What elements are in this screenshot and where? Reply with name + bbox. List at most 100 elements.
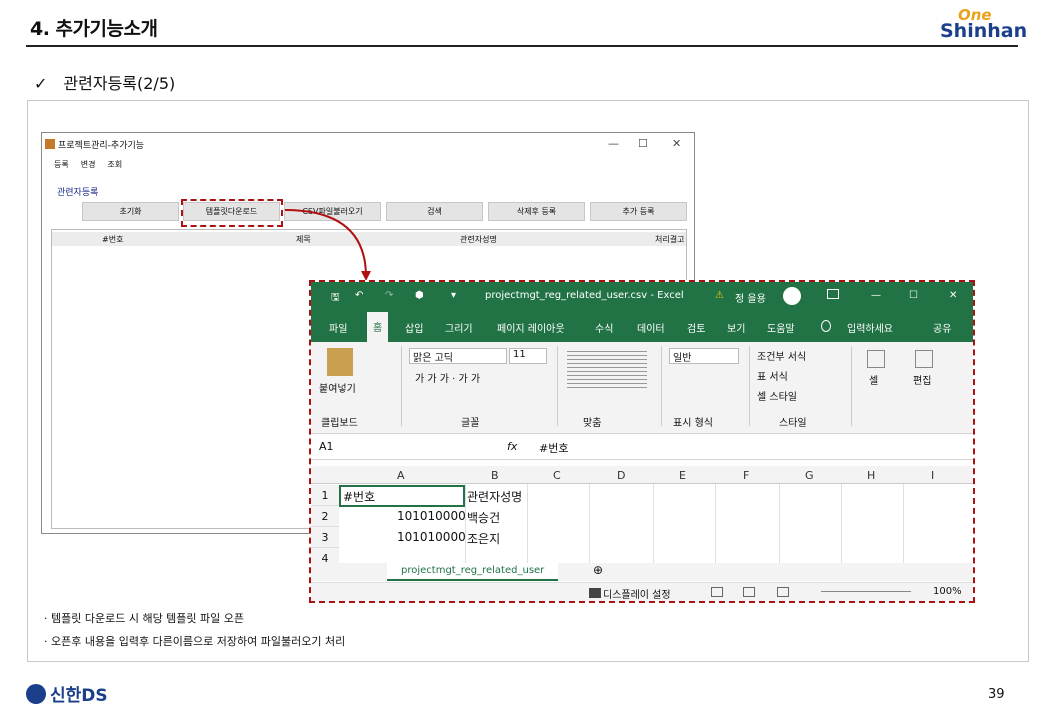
redo-icon[interactable]: ↷ xyxy=(385,290,393,301)
zoom-level[interactable]: 100% xyxy=(933,586,962,597)
col-header-b[interactable]: B xyxy=(491,469,499,482)
col-header-g[interactable]: G xyxy=(805,469,814,482)
formula-input[interactable]: #번호 xyxy=(539,440,568,456)
tab-view[interactable]: 보기 xyxy=(727,320,745,335)
paste-label[interactable]: 붙여넣기 xyxy=(319,380,356,395)
ribbon-display-icon[interactable] xyxy=(827,289,839,299)
formula-bar: A1 fx #번호 xyxy=(311,434,973,460)
row-header[interactable]: 3 xyxy=(311,527,339,548)
cell-b3[interactable]: 조은지 xyxy=(467,527,500,548)
gridline xyxy=(779,484,780,565)
col-header-h[interactable]: H xyxy=(867,469,875,482)
cell-a3[interactable]: 101010000 xyxy=(397,527,466,548)
excel-titlebar: 🖫 ↶ ↷ ⬢ ▾ projectmgt_reg_related_user.cs… xyxy=(311,282,973,312)
app-titlebar: 프로젝트관리-추가기능 — ☐ ✕ xyxy=(42,133,694,155)
cell-b1[interactable]: 관련자성명 xyxy=(467,485,522,506)
col-header-d[interactable]: D xyxy=(617,469,625,482)
app-title: 프로젝트관리-추가기능 xyxy=(58,140,145,151)
col-header-c[interactable]: C xyxy=(553,469,561,482)
add-register-button[interactable]: 추가 등록 xyxy=(590,202,687,221)
fx-icon[interactable]: fx xyxy=(507,440,517,453)
user-name: 정 을용 xyxy=(735,294,766,305)
tell-me-input[interactable]: 입력하세요 xyxy=(847,320,893,335)
gridline xyxy=(715,484,716,565)
gridline xyxy=(527,484,528,565)
alignment-icons[interactable] xyxy=(567,348,647,388)
font-name-select[interactable]: 맑은 고딕 xyxy=(409,348,507,364)
paste-icon[interactable] xyxy=(327,348,353,376)
cell-a2[interactable]: 101010000 xyxy=(397,506,466,527)
font-style-buttons[interactable]: 가 가 가 · 가 가 xyxy=(415,370,480,385)
qat-customize-icon[interactable]: ▾ xyxy=(451,290,456,301)
excel-minimize-button[interactable]: — xyxy=(871,290,881,301)
callout-arrow xyxy=(284,209,371,281)
avatar[interactable] xyxy=(783,287,801,305)
tab-formulas[interactable]: 수식 xyxy=(595,320,613,335)
tab-draw[interactable]: 그리기 xyxy=(445,320,473,335)
font-group: 글꼴 xyxy=(461,418,480,429)
tab-file[interactable]: 파일 xyxy=(329,320,347,335)
display-settings-icon xyxy=(589,588,601,598)
conditional-format-button[interactable]: 조건부 서식 xyxy=(757,348,806,363)
spreadsheet[interactable]: A B C D E F G H I 1 2 3 4 #번호 관련자성명 1010… xyxy=(311,460,973,569)
col-number[interactable]: #번호 xyxy=(102,234,123,245)
name-box[interactable]: A1 xyxy=(319,440,334,453)
page-break-view-icon[interactable] xyxy=(777,587,789,597)
font-size-select[interactable]: 11 xyxy=(509,348,547,364)
tab-insert[interactable]: 삽입 xyxy=(405,320,423,335)
cells-icon[interactable] xyxy=(867,350,885,368)
col-result[interactable]: 처리결고 xyxy=(655,234,684,245)
tab-help[interactable]: 도움말 xyxy=(767,320,795,335)
tab-home[interactable]: 홈 xyxy=(367,312,389,343)
editing-button[interactable]: 편집 xyxy=(913,372,931,387)
row-header[interactable]: 2 xyxy=(311,506,339,527)
maximize-button[interactable]: ☐ xyxy=(638,137,648,150)
number-format-select[interactable]: 일반 xyxy=(669,348,739,364)
col-related-name[interactable]: 관련자성명 xyxy=(460,234,497,245)
ribbon-divider xyxy=(661,346,662,426)
format-table-button[interactable]: 표 서식 xyxy=(757,368,788,383)
excel-close-button[interactable]: ✕ xyxy=(949,290,957,301)
col-header-f[interactable]: F xyxy=(743,469,749,482)
selected-cell xyxy=(339,485,465,507)
col-header-i[interactable]: I xyxy=(931,469,934,482)
header-divider xyxy=(26,45,1018,47)
col-header-e[interactable]: E xyxy=(679,469,686,482)
add-sheet-button[interactable]: ⊕ xyxy=(593,563,603,577)
tab-page-layout[interactable]: 페이지 레이아웃 xyxy=(497,320,565,335)
menu-register[interactable]: 등록 xyxy=(54,159,69,170)
app-icon xyxy=(45,139,55,149)
section-title: 관련자등록 xyxy=(57,188,99,198)
delete-register-button[interactable]: 삭제후 등록 xyxy=(488,202,585,221)
row-header[interactable]: 1 xyxy=(311,485,339,506)
sheet-tab[interactable]: projectmgt_reg_related_user xyxy=(387,563,559,581)
ribbon-divider xyxy=(401,346,402,426)
close-button[interactable]: ✕ xyxy=(672,137,681,150)
zoom-slider[interactable] xyxy=(821,591,911,592)
page-layout-view-icon[interactable] xyxy=(743,587,755,597)
cell-styles-button[interactable]: 셀 스타일 xyxy=(757,388,797,403)
normal-view-icon[interactable] xyxy=(711,587,723,597)
note-item: · 오픈후 내용을 입력후 다른이름으로 저장하여 파일불러오기 처리 xyxy=(44,635,346,648)
menu-query[interactable]: 조회 xyxy=(107,159,122,170)
excel-maximize-button[interactable]: ☐ xyxy=(909,290,918,301)
share-button[interactable]: 공유 xyxy=(933,320,951,335)
search-icon[interactable] xyxy=(915,350,933,368)
reset-button[interactable]: 초기화 xyxy=(82,202,179,221)
minimize-button[interactable]: — xyxy=(608,137,619,150)
footer-logo: 신한DS xyxy=(26,681,108,706)
cell-b2[interactable]: 백승건 xyxy=(467,506,500,527)
col-header-a[interactable]: A xyxy=(397,469,405,482)
tab-review[interactable]: 검토 xyxy=(687,320,705,335)
cells-button[interactable]: 셀 xyxy=(869,372,878,387)
display-settings-button[interactable]: 디스플레이 설정 xyxy=(603,586,671,601)
touch-mode-icon[interactable]: ⬢ xyxy=(415,290,424,301)
tab-data[interactable]: 데이터 xyxy=(637,320,665,335)
note-text: 템플릿 다운로드 시 해당 템플릿 파일 오픈 xyxy=(51,612,245,625)
page-title: 4. 추가기능소개 xyxy=(30,18,158,40)
search-button[interactable]: 검색 xyxy=(386,202,483,221)
undo-icon[interactable]: ↶ xyxy=(355,290,363,301)
styles-group: 스타일 xyxy=(779,418,807,429)
menu-change[interactable]: 변경 xyxy=(81,159,96,170)
save-icon[interactable]: 🖫 xyxy=(331,290,340,307)
